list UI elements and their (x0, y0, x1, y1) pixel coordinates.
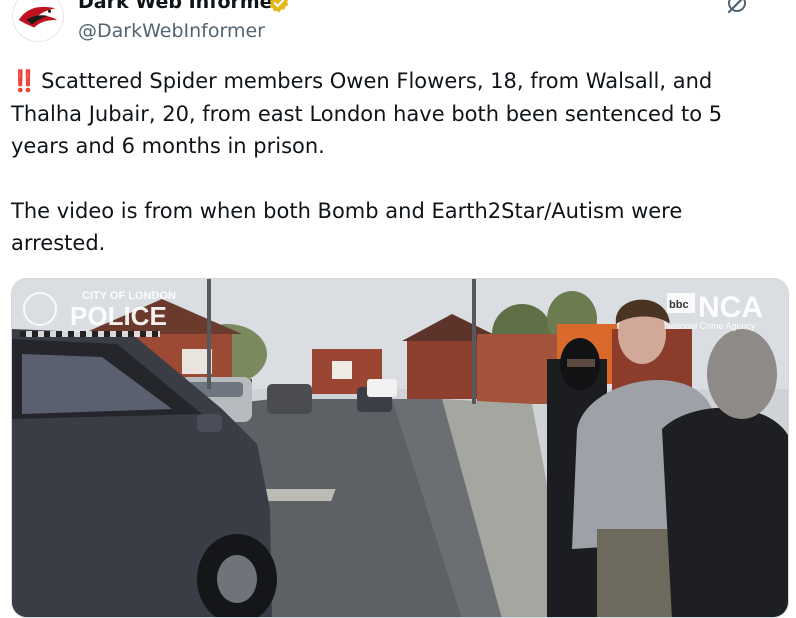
nca-watermark-text: NCA (698, 291, 763, 324)
nca-watermark-sub: National Crime Agency (664, 321, 756, 331)
tweet-text: ‼️ Scattered Spider members Owen Flowers,… (11, 65, 771, 260)
more-options-icon[interactable]: ··· (762, 0, 786, 8)
nca-watermark: bbc NCA National Crime Agency (664, 291, 763, 331)
double-exclamation-emoji: ‼️ (11, 69, 37, 93)
bbc-logo: bbc (669, 299, 689, 311)
police-watermark-text: POLICE (70, 301, 167, 331)
video-frame: CITY OF LONDON POLICE bbc NCA National C… (12, 279, 788, 617)
author-handle[interactable]: @DarkWebInformer (78, 19, 265, 43)
red-raven-icon (13, 0, 63, 41)
tweet-paragraph-2: The video is from when both Bomb and Ear… (11, 198, 683, 256)
avatar[interactable] (12, 0, 64, 42)
video-thumbnail[interactable]: CITY OF LONDON POLICE bbc NCA National C… (11, 278, 789, 618)
grok-icon[interactable] (725, 0, 751, 14)
tweet-paragraph-1-text: Scattered Spider members Owen Flowers, 1… (11, 69, 723, 158)
tweet-paragraph-1: ‼️ Scattered Spider members Owen Flowers,… (11, 65, 771, 163)
author-name[interactable]: Dark Web Informer (78, 0, 282, 14)
verified-badge-icon[interactable] (268, 0, 290, 14)
